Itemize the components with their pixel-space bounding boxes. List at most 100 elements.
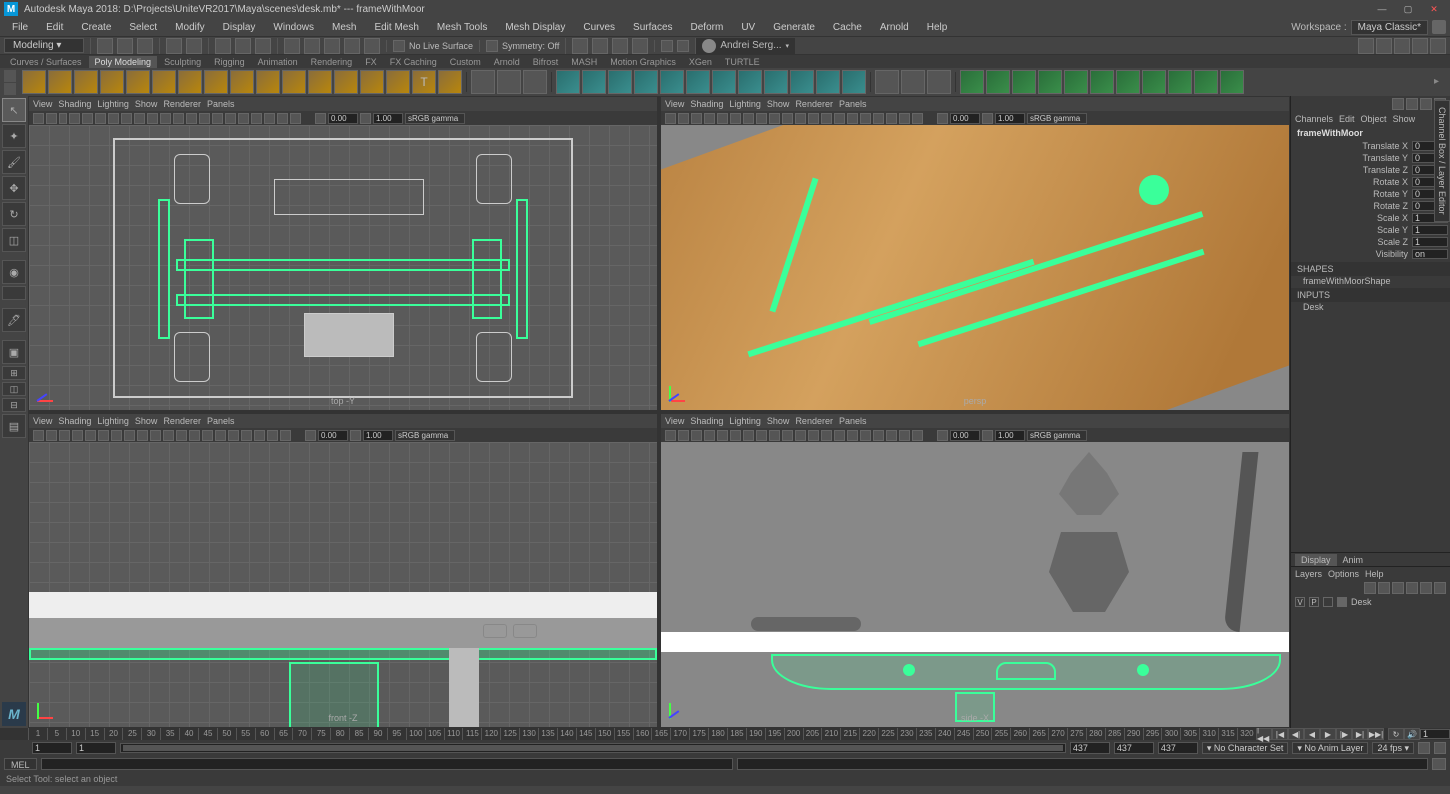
lock-ui-icon[interactable] (1432, 20, 1446, 34)
vp-icon[interactable] (886, 430, 897, 441)
timeline-tick[interactable]: 65 (274, 728, 293, 740)
range-end-field[interactable] (1070, 742, 1110, 754)
timeline-tick[interactable]: 195 (765, 728, 784, 740)
last-tool-icon[interactable]: ◉ (2, 260, 26, 284)
construction-history-icon[interactable] (572, 38, 588, 54)
uv-auto-icon[interactable] (1038, 70, 1062, 94)
vp-select-camera-icon[interactable] (33, 113, 44, 124)
timeline-tick[interactable]: 235 (916, 728, 935, 740)
layer-menu-help[interactable]: Help (1365, 569, 1384, 579)
vp-icon[interactable] (254, 430, 265, 441)
timeline-tick[interactable]: 225 (878, 728, 897, 740)
viewport-front[interactable]: View Shading Lighting Show Renderer Pane… (28, 413, 658, 728)
vp-icon[interactable] (33, 430, 44, 441)
shelf-tab-animation[interactable]: Animation (252, 56, 304, 68)
timeline-tick[interactable]: 5 (47, 728, 66, 740)
render-frame-icon[interactable] (592, 38, 608, 54)
soft-select-icon[interactable]: 🖊 (2, 308, 26, 332)
range-slider[interactable] (120, 743, 1066, 753)
snap-curve-icon[interactable] (304, 38, 320, 54)
timeline-tick[interactable]: 320 (1237, 728, 1256, 740)
vp-icon[interactable] (743, 113, 754, 124)
timeline-tick[interactable]: 140 (557, 728, 576, 740)
vp-icon[interactable] (717, 113, 728, 124)
workspace-select[interactable]: Maya Classic* (1351, 20, 1428, 35)
close-button[interactable]: ✕ (1422, 2, 1446, 16)
vp-icon[interactable] (912, 113, 923, 124)
timeline-tick[interactable]: 100 (406, 728, 425, 740)
timeline-tick[interactable]: 150 (595, 728, 614, 740)
attr-label[interactable]: Scale Y (1293, 225, 1412, 235)
panel-toggle-3-icon[interactable] (1394, 38, 1410, 54)
viewport-side-canvas[interactable]: side -X (661, 442, 1289, 727)
vp-menu-view[interactable]: View (665, 416, 684, 426)
selected-object-name[interactable]: frameWithMoor (1291, 126, 1450, 140)
vp-isolate-icon[interactable] (264, 113, 275, 124)
time-slider[interactable]: 1510152025303540455055606570758085909510… (0, 728, 1450, 740)
vp-icon[interactable] (899, 113, 910, 124)
shape-node-name[interactable]: frameWithMoorShape (1291, 276, 1450, 286)
vp-menu-shading[interactable]: Shading (58, 99, 91, 109)
vp-exposure-icon[interactable] (315, 113, 326, 124)
timeline-tick[interactable]: 60 (255, 728, 274, 740)
cb-tab-edit[interactable]: Edit (1339, 114, 1355, 124)
step-forward-frame-icon[interactable]: |▶ (1336, 728, 1352, 740)
cb-icon[interactable] (1420, 98, 1432, 110)
layer-icon[interactable] (1364, 582, 1376, 594)
uv-cut-icon[interactable] (1220, 70, 1244, 94)
menuset-select[interactable]: Modeling ▾ (4, 38, 84, 53)
shelf-edit-icon[interactable] (4, 70, 16, 82)
symmetry-icon[interactable] (486, 40, 498, 52)
shelf-tab-rigging[interactable]: Rigging (208, 56, 251, 68)
vp-gate-mask-icon[interactable] (147, 113, 158, 124)
shelf-tab-bifrost[interactable]: Bifrost (527, 56, 565, 68)
snap-live-icon[interactable] (364, 38, 380, 54)
loop-icon[interactable]: ↻ (1388, 728, 1404, 740)
vp-menu-panels[interactable]: Panels (207, 99, 235, 109)
timeline-tick[interactable]: 245 (954, 728, 973, 740)
mirror-icon[interactable] (842, 70, 866, 94)
viewport-front-canvas[interactable]: front -Z (29, 442, 657, 727)
shelf-tab-mash[interactable]: MASH (565, 56, 603, 68)
timeline-tick[interactable]: 310 (1199, 728, 1218, 740)
vp-gamma-field[interactable] (995, 430, 1025, 441)
attr-label[interactable]: Scale Z (1293, 237, 1412, 247)
vp-menu-show[interactable]: Show (767, 416, 790, 426)
vp-gamma-icon[interactable] (360, 113, 371, 124)
vp-shaded-icon[interactable] (173, 113, 184, 124)
timeline-tick[interactable]: 290 (1124, 728, 1143, 740)
vp-icon[interactable] (691, 430, 702, 441)
vp-icon[interactable] (743, 430, 754, 441)
vp-icon[interactable] (937, 113, 948, 124)
viewport-top-canvas[interactable]: top -Y (29, 125, 657, 410)
menu-mesh[interactable]: Mesh (324, 20, 364, 35)
shelf-tab-fx[interactable]: FX (359, 56, 383, 68)
scale-tool-icon[interactable]: ◫ (2, 228, 26, 252)
vp-exposure-field[interactable] (950, 113, 980, 124)
shelf-layout-icon[interactable] (4, 83, 16, 95)
channel-box-side-tab[interactable]: Channel Box / Layer Editor (1434, 100, 1450, 222)
timeline-tick[interactable]: 200 (784, 728, 803, 740)
vp-icon[interactable] (982, 113, 993, 124)
anim-end-field[interactable] (1114, 742, 1154, 754)
poly-disc-icon[interactable] (178, 70, 202, 94)
attr-label[interactable]: Translate Y (1293, 153, 1412, 163)
vp-menu-lighting[interactable]: Lighting (729, 99, 761, 109)
vp-icon[interactable] (873, 430, 884, 441)
timeline-tick[interactable]: 295 (1143, 728, 1162, 740)
vp-icon[interactable] (808, 430, 819, 441)
shelf-tab-rendering[interactable]: Rendering (305, 56, 359, 68)
go-to-end-icon[interactable]: ▶▶| (1368, 728, 1384, 740)
create-poly-icon[interactable] (927, 70, 951, 94)
timeline-tick[interactable]: 315 (1218, 728, 1237, 740)
viewport-persp-canvas[interactable]: persp (661, 125, 1289, 410)
cb-icon[interactable] (1406, 98, 1418, 110)
timeline-tick[interactable]: 230 (897, 728, 916, 740)
menu-mesh-display[interactable]: Mesh Display (497, 20, 573, 35)
vp-menu-panels[interactable]: Panels (839, 99, 867, 109)
vp-icon[interactable] (834, 430, 845, 441)
vp-motion-blur-icon[interactable] (238, 113, 249, 124)
maximize-button[interactable]: ▢ (1396, 2, 1420, 16)
vp-icon[interactable] (821, 430, 832, 441)
snap-grid-icon[interactable] (284, 38, 300, 54)
